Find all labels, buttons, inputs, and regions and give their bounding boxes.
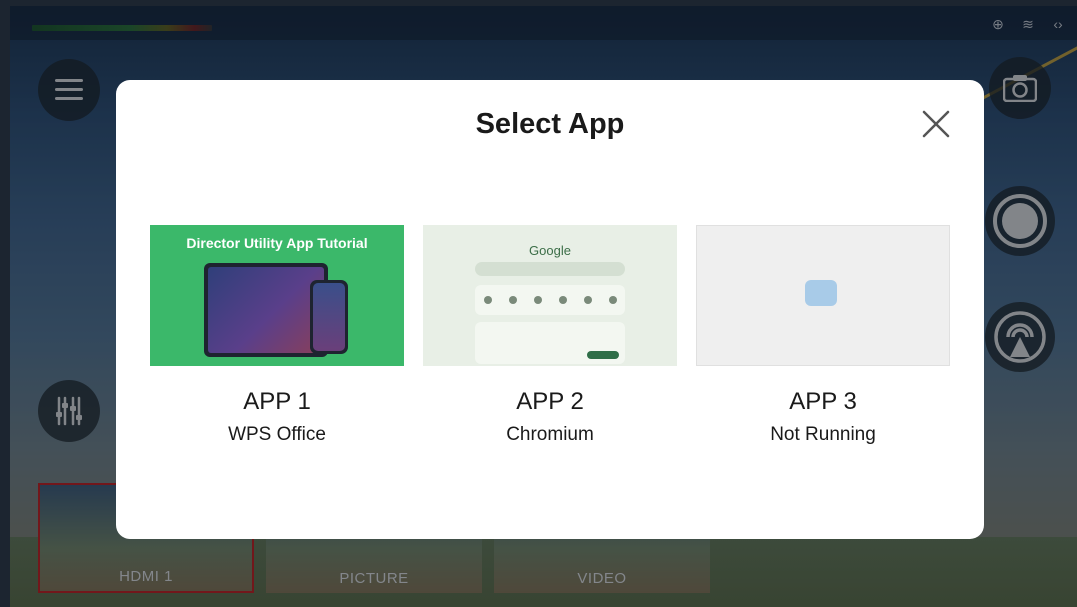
- search-bar-image: [475, 262, 625, 276]
- app-name: APP 1: [243, 388, 311, 415]
- app-status: Chromium: [506, 424, 594, 445]
- thumbnail-title: Director Utility App Tutorial: [186, 235, 368, 251]
- card-image: [475, 322, 625, 364]
- app-name: APP 3: [789, 388, 857, 415]
- app-status: Not Running: [770, 424, 876, 445]
- phone-image: [310, 280, 348, 354]
- app-thumbnail[interactable]: Google: [423, 225, 677, 366]
- app-card-3[interactable]: APP 3 Not Running: [696, 225, 950, 446]
- app-card-2[interactable]: Google APP 2 Chromium: [423, 225, 677, 446]
- app-name: APP 2: [516, 388, 584, 415]
- app-list: Director Utility App Tutorial APP 1 WPS …: [150, 225, 950, 446]
- app-thumbnail[interactable]: Director Utility App Tutorial: [150, 225, 404, 366]
- close-button[interactable]: [920, 108, 952, 140]
- app-card-1[interactable]: Director Utility App Tutorial APP 1 WPS …: [150, 225, 404, 446]
- select-app-dialog: Select App Director Utility App Tutorial…: [116, 80, 984, 539]
- dialog-title: Select App: [475, 108, 625, 140]
- app-thumbnail[interactable]: [696, 225, 950, 366]
- placeholder-icon: [805, 280, 837, 306]
- shortcut-row-image: [475, 285, 625, 315]
- app-status: WPS Office: [228, 424, 326, 445]
- google-logo: Google: [529, 243, 571, 258]
- close-icon: [922, 110, 950, 138]
